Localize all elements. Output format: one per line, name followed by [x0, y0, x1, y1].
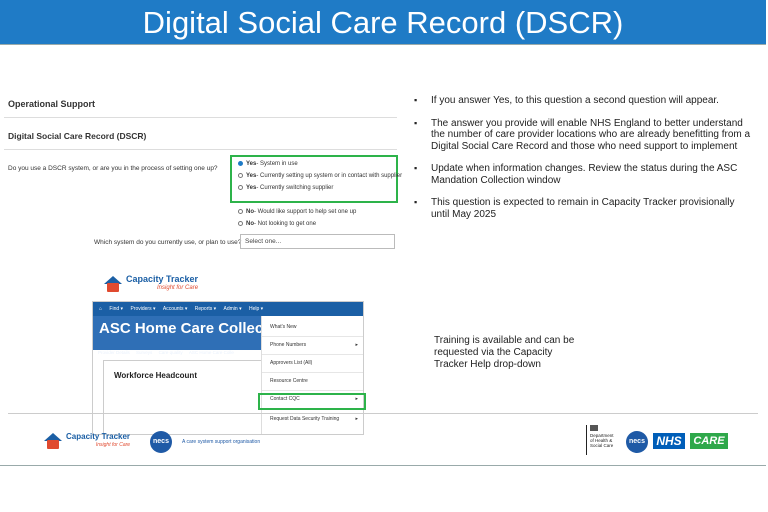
- dhsc-logo: Department of Health & Social Care: [586, 425, 620, 455]
- capacity-tracker-logo: Capacity Tracker Insight for Care: [104, 275, 198, 293]
- house-icon: [104, 276, 122, 292]
- nhs-logo: NHS: [653, 433, 685, 449]
- menu-item-approvers-list[interactable]: Approvers List (All): [270, 360, 312, 366]
- necs-logo-right: necs: [626, 431, 648, 453]
- bullet-item: If you answer Yes, to this question a se…: [414, 95, 754, 107]
- subnav-surveys[interactable]: Surveys: [136, 350, 152, 355]
- nav-find[interactable]: Find ▾: [109, 306, 123, 312]
- dscr-question: Do you use a DSCR system, or are you in …: [8, 165, 218, 172]
- panel-title: Workforce Headcount: [114, 371, 197, 380]
- info-bullets: If you answer Yes, to this question a se…: [414, 95, 754, 231]
- radio-icon[interactable]: [238, 173, 243, 178]
- divider: [4, 149, 397, 150]
- bullet-item: This question is expected to remain in C…: [414, 197, 754, 220]
- subnav-provider-details[interactable]: Provider Details: [98, 350, 130, 355]
- chevron-right-icon: ▸: [355, 342, 358, 348]
- necs-tagline: A care system support organisation: [182, 439, 261, 445]
- option-yes-switching[interactable]: Yes- Currently switching supplier: [238, 185, 333, 191]
- nav-accounts[interactable]: Accounts ▾: [163, 306, 187, 312]
- form-heading: Digital Social Care Record (DSCR): [8, 131, 147, 141]
- help-dropdown-menu: What's New Phone Numbers ▸ Approvers Lis…: [261, 316, 363, 434]
- bullet-item: Update when information changes. Review …: [414, 163, 754, 186]
- option-yes-setting-up[interactable]: Yes- Currently setting up system or in c…: [238, 173, 402, 179]
- option-no-support[interactable]: No- Would like support to help set one u…: [238, 209, 356, 215]
- section-heading: Operational Support: [8, 99, 96, 109]
- menu-item-phone-numbers[interactable]: Phone Numbers: [270, 342, 306, 348]
- radio-icon[interactable]: [238, 209, 243, 214]
- menu-item-resource-centre[interactable]: Resource Centre: [270, 378, 308, 384]
- bullet-item: The answer you provide will enable NHS E…: [414, 118, 754, 153]
- slide-title: Digital Social Care Record (DSCR): [0, 0, 766, 46]
- option-no-not-looking[interactable]: No- Not looking to get one: [238, 221, 316, 227]
- nav-admin[interactable]: Admin ▾: [224, 306, 242, 312]
- subnav-care-quality[interactable]: Care quality: [159, 350, 183, 355]
- system-question: Which system do you currently use, or pl…: [94, 239, 242, 246]
- training-item-highlight: [258, 393, 366, 410]
- divider: [4, 117, 397, 118]
- system-select[interactable]: Select one...: [240, 234, 395, 249]
- dscr-form-screenshot: Operational Support Digital Social Care …: [4, 95, 402, 307]
- home-icon[interactable]: ⌂: [99, 306, 102, 312]
- chevron-right-icon: ▸: [355, 416, 358, 422]
- house-icon: [44, 433, 62, 449]
- nav-reports[interactable]: Reports ▾: [195, 306, 216, 312]
- footer-capacity-tracker-logo: Capacity Tracker Insight for Care: [44, 433, 130, 449]
- necs-logo: necs: [150, 431, 172, 453]
- option-yes-in-use[interactable]: Yes- System in use: [238, 161, 298, 167]
- training-note: Training is available and can be request…: [434, 335, 575, 370]
- subnav-asc-home-care[interactable]: ASC Home Care Colle: [189, 350, 234, 355]
- menu-item-request-training[interactable]: Request Data Security Training: [270, 416, 339, 422]
- footer-divider: [8, 413, 758, 414]
- capacity-tracker-app-screenshot: ⌂ Find ▾ Providers ▾ Accounts ▾ Reports …: [92, 301, 364, 435]
- slide: Operational Support Digital Social Care …: [0, 44, 766, 466]
- nav-providers[interactable]: Providers ▾: [130, 306, 155, 312]
- menu-item-whats-new[interactable]: What's New: [270, 324, 297, 330]
- top-nav: ⌂ Find ▾ Providers ▾ Accounts ▾ Reports …: [93, 302, 363, 316]
- radio-icon[interactable]: [238, 185, 243, 190]
- radio-icon[interactable]: [238, 221, 243, 226]
- crest-icon: [590, 425, 598, 431]
- care-logo: CARE: [690, 433, 728, 449]
- radio-selected-icon[interactable]: [238, 161, 243, 166]
- nav-help[interactable]: Help ▾: [249, 306, 263, 312]
